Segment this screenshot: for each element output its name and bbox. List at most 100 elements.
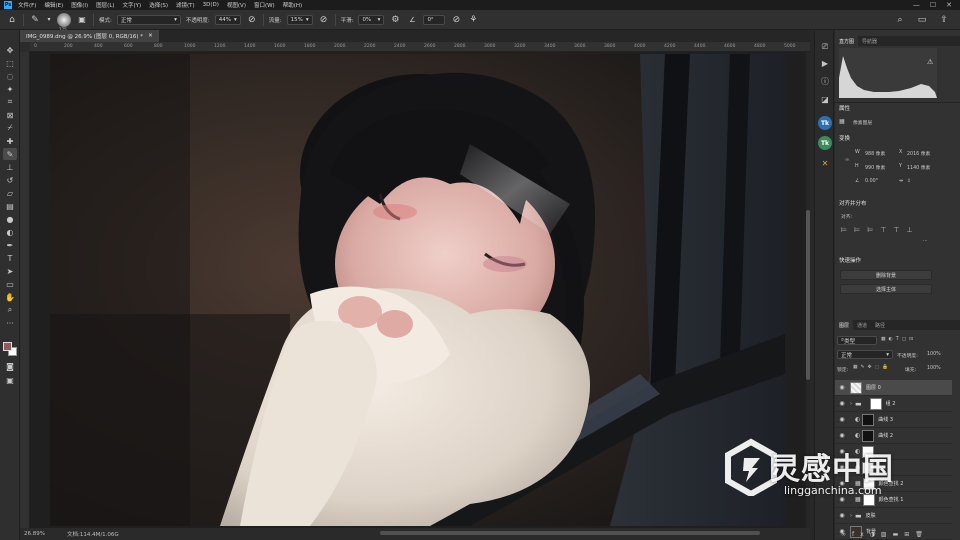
eye-icon[interactable]: ◉: [837, 400, 847, 407]
eye-icon[interactable]: ◉: [837, 384, 847, 391]
brush-settings-icon[interactable]: ▣: [76, 14, 88, 26]
plugin-tk2-icon[interactable]: Tk: [818, 136, 832, 150]
menu-image[interactable]: 图像(I): [71, 1, 88, 9]
share-icon[interactable]: ⇪: [938, 14, 950, 26]
tab-channels[interactable]: 通道: [853, 320, 871, 330]
info-icon[interactable]: ⓘ: [818, 74, 832, 88]
fill-field[interactable]: 100%: [927, 366, 941, 371]
marquee-icon[interactable]: ⬚: [3, 57, 17, 69]
smoothing-field[interactable]: 0% ▾: [358, 14, 385, 25]
pressure-opacity-icon[interactable]: ⊘: [246, 14, 258, 26]
warning-icon[interactable]: ⚠: [927, 58, 933, 66]
menu-layer[interactable]: 图层(L): [96, 1, 114, 9]
layer-name[interactable]: 组 2: [886, 400, 896, 407]
foreground-color-swatch[interactable]: [3, 342, 12, 351]
canvas-area[interactable]: [30, 52, 810, 528]
brush-preset-picker[interactable]: 175: [57, 12, 71, 32]
eyedropper-icon[interactable]: ⌿: [3, 122, 17, 134]
flow-field[interactable]: 15% ▾: [286, 14, 313, 25]
pen-icon[interactable]: ✒: [3, 239, 17, 251]
menu-3d[interactable]: 3D(D): [203, 2, 219, 8]
blur-icon[interactable]: ●: [3, 213, 17, 225]
close-icon[interactable]: ✕: [148, 33, 153, 39]
layer-row[interactable]: ◉ ◐ 曲线 3: [835, 412, 952, 428]
chevron-down-icon[interactable]: ▾: [46, 14, 52, 26]
tab-histogram[interactable]: 直方图: [835, 36, 859, 46]
menu-filter[interactable]: 滤镜(T): [176, 1, 195, 9]
align-buttons-icon[interactable]: ⊨⊨⊨⊤⊤⊥: [841, 226, 920, 234]
search-icon[interactable]: ⌕: [894, 14, 906, 26]
menu-view[interactable]: 视图(V): [227, 1, 246, 9]
plugin-cross-icon[interactable]: ✕: [818, 156, 832, 170]
document-tab[interactable]: IMG_0989.dng @ 26.9% (图层 0, RGB/16) * ✕: [20, 30, 159, 42]
menu-select[interactable]: 选择(S): [149, 1, 168, 9]
menu-help[interactable]: 帮助(H): [283, 1, 302, 9]
healing-icon[interactable]: ✚: [3, 135, 17, 147]
layer-kind-filter[interactable]: ⌕ 类型: [837, 336, 877, 345]
adjust-icon[interactable]: ◪: [818, 92, 832, 106]
layer-row[interactable]: ◉ › ▬ 组 2: [835, 396, 952, 412]
brush-tool-icon[interactable]: ✎: [29, 14, 41, 26]
tab-paths[interactable]: 路径: [871, 320, 889, 330]
horizontal-scrollbar-thumb[interactable]: [380, 531, 760, 535]
menu-type[interactable]: 文字(Y): [123, 1, 142, 9]
layer-name[interactable]: 曲线 3: [878, 416, 893, 423]
close-button[interactable]: ✕: [946, 1, 952, 9]
zoom-icon[interactable]: ⌕: [3, 304, 17, 316]
airbrush-icon[interactable]: ⊘: [318, 14, 330, 26]
more-icon[interactable]: ···: [923, 239, 928, 244]
quick-select-icon[interactable]: ✦: [3, 83, 17, 95]
mode-select[interactable]: 正常 ▾: [116, 14, 181, 25]
chevron-right-icon[interactable]: ›: [850, 401, 852, 407]
menu-edit[interactable]: 编辑(E): [44, 1, 63, 9]
crop-icon[interactable]: ⌗: [3, 96, 17, 108]
h-field[interactable]: 990 像素: [865, 164, 885, 171]
lock-icons[interactable]: ▦✎✥⬚🔒: [853, 365, 891, 370]
frame-icon[interactable]: ⊠: [3, 109, 17, 121]
dodge-icon[interactable]: ◐: [3, 226, 17, 238]
x-field[interactable]: 2016 像素: [907, 150, 930, 157]
y-field[interactable]: 1140 像素: [907, 164, 930, 171]
ruler-origin[interactable]: [20, 42, 30, 52]
history-brush-icon[interactable]: ↺: [3, 174, 17, 186]
zoom-level[interactable]: 26.89%: [24, 531, 45, 537]
history-icon[interactable]: ⎚: [818, 40, 832, 54]
stamp-icon[interactable]: ⊥: [3, 161, 17, 173]
ps-logo-icon[interactable]: Ps: [4, 1, 12, 9]
more-icon[interactable]: ···: [3, 317, 17, 329]
layer-actions-icons[interactable]: ∞fx◑▨▬⊞🗑: [841, 531, 929, 538]
gear-icon[interactable]: ⚙: [389, 14, 401, 26]
document-size[interactable]: 文档:114.4M/1.06G: [67, 530, 119, 538]
eye-icon[interactable]: ◉: [837, 512, 847, 519]
symmetry-icon[interactable]: ⚘: [467, 14, 479, 26]
eraser-icon[interactable]: ▱: [3, 187, 17, 199]
vertical-scrollbar-thumb[interactable]: [806, 210, 810, 380]
document-photo[interactable]: [50, 54, 785, 526]
layer-opacity-field[interactable]: 100%: [927, 352, 941, 357]
layer-row[interactable]: ◉ 图层 0: [835, 380, 952, 396]
angle-field[interactable]: 0.00°: [865, 179, 878, 184]
layer-row[interactable]: ◉ › ▬ 皮肤: [835, 508, 952, 524]
move-icon[interactable]: ✥: [3, 44, 17, 56]
angle-field[interactable]: 0°: [423, 14, 446, 25]
play-icon[interactable]: ▶: [818, 56, 832, 70]
gradient-icon[interactable]: ▤: [3, 200, 17, 212]
link-icon[interactable]: ∞: [845, 157, 849, 163]
menu-window[interactable]: 窗口(W): [254, 1, 275, 9]
home-icon[interactable]: ⌂: [6, 14, 18, 26]
workspace-icon[interactable]: ▭: [916, 14, 928, 26]
screen-mode-icon[interactable]: ▣: [3, 374, 17, 386]
hand-icon[interactable]: ✋: [3, 291, 17, 303]
flip-horizontal-icon[interactable]: ⇹: [899, 179, 903, 184]
lasso-icon[interactable]: ◌: [3, 70, 17, 82]
flip-vertical-icon[interactable]: ⇳: [907, 179, 911, 184]
minimize-button[interactable]: —: [913, 1, 920, 9]
layer-name[interactable]: 皮肤: [866, 512, 876, 519]
opacity-field[interactable]: 44% ▾: [214, 14, 241, 25]
blend-mode-select[interactable]: 正常 ▾: [837, 350, 893, 359]
plugin-tk-icon[interactable]: Tk: [818, 116, 832, 130]
maximize-button[interactable]: ☐: [930, 1, 936, 9]
select-subject-button[interactable]: 选择主体: [840, 284, 932, 294]
w-field[interactable]: 988 像素: [865, 150, 885, 157]
eye-icon[interactable]: ◉: [837, 416, 847, 423]
